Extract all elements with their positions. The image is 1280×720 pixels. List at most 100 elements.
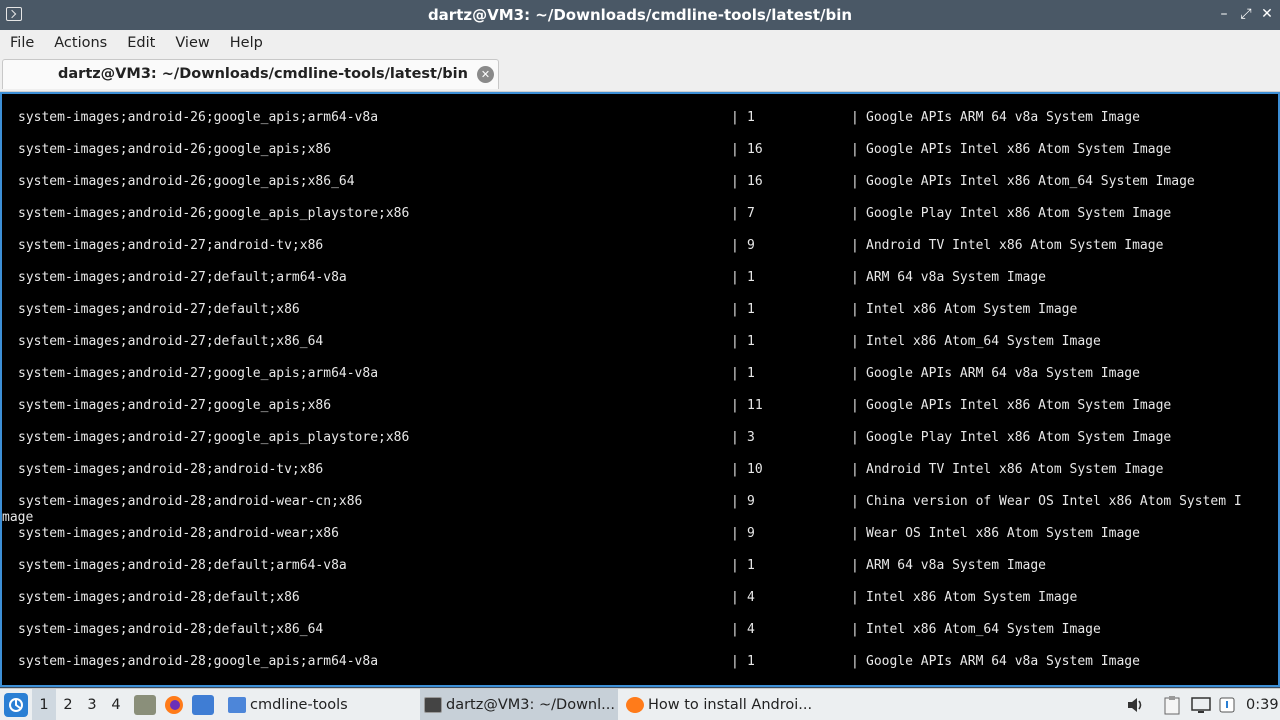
window-title: dartz@VM3: ~/Downloads/cmdline-tools/lat… (427, 6, 853, 24)
column-separator: | (851, 430, 859, 445)
column-separator: | (851, 622, 859, 637)
folder-icon (228, 697, 246, 713)
package-description: ARM 64 v8a System Image (866, 558, 1047, 573)
menu-view[interactable]: View (165, 35, 219, 51)
terminal-line: system-images;android-28;default;x86_64 |… (2, 606, 1278, 638)
tab-close-icon[interactable]: ✕ (477, 66, 494, 83)
tab-bar: dartz@VM3: ~/Downloads/cmdline-tools/lat… (0, 56, 1280, 92)
package-description: Google APIs ARM 64 v8a System Image (866, 654, 1140, 669)
package-version: 7 (747, 206, 755, 221)
start-menu-icon[interactable] (4, 693, 28, 717)
package-version: 9 (747, 494, 755, 509)
column-separator: | (731, 494, 739, 509)
menu-edit[interactable]: Edit (117, 35, 165, 51)
package-description: Google APIs Intel x86 Atom System Image (866, 142, 1172, 157)
column-separator: | (851, 558, 859, 573)
terminal-line: system-images;android-28;android-wear;x8… (2, 510, 1278, 542)
column-separator: | (731, 398, 739, 413)
package-version: 16 (747, 142, 763, 157)
terminal-line: system-images;android-26;google_apis;x86… (2, 158, 1278, 190)
column-separator: | (851, 110, 859, 125)
package-version: 4 (747, 622, 755, 637)
column-separator: | (731, 366, 739, 381)
package-description: ARM 64 v8a System Image (866, 270, 1047, 285)
column-separator: | (731, 430, 739, 445)
volume-icon[interactable] (1126, 689, 1146, 720)
column-separator: | (731, 302, 739, 317)
workspace-3[interactable]: 3 (80, 689, 104, 720)
column-separator: | (731, 206, 739, 221)
column-separator: | (731, 110, 739, 125)
package-path: system-images;android-27;default;arm64-v… (18, 270, 347, 285)
terminal-lines: system-images;android-26;google_apis;arm… (2, 94, 1278, 670)
menu-file[interactable]: File (0, 35, 44, 51)
tab-label: dartz@VM3: ~/Downloads/cmdline-tools/lat… (58, 66, 468, 82)
menu-actions[interactable]: Actions (44, 35, 117, 51)
package-path: system-images;android-28;android-wear;x8… (18, 526, 339, 541)
taskbar: 1 2 3 4 cmdline-tools dartz@VM3: ~/Downl… (0, 688, 1280, 720)
file-manager-launcher-icon[interactable] (134, 695, 156, 715)
terminal-line: system-images;android-28;default;arm64-v… (2, 542, 1278, 574)
column-separator: | (851, 302, 859, 317)
package-path: system-images;android-28;android-wear-cn… (18, 494, 363, 509)
package-version: 1 (747, 558, 755, 573)
package-version: 9 (747, 526, 755, 541)
update-notification-icon[interactable] (1218, 695, 1236, 715)
column-separator: | (851, 270, 859, 285)
column-separator: | (851, 142, 859, 157)
terminal-line: system-images;android-27;android-tv;x86 |… (2, 222, 1278, 254)
column-separator: | (731, 590, 739, 605)
package-path: system-images;android-26;google_apis;x86… (18, 174, 355, 189)
terminal-output[interactable]: system-images;android-26;google_apis;arm… (0, 92, 1280, 687)
column-separator: | (851, 174, 859, 189)
close-window-button[interactable]: ✕ (1259, 6, 1275, 22)
terminal-line: system-images;android-27;google_apis_pla… (2, 414, 1278, 446)
package-path: system-images;android-27;google_apis;arm… (18, 366, 379, 381)
column-separator: | (851, 238, 859, 253)
package-path: system-images;android-27;google_apis;x86 (18, 398, 332, 413)
workspace-2[interactable]: 2 (56, 689, 80, 720)
package-path: system-images;android-28;default;x86 (18, 590, 300, 605)
clipboard-icon[interactable] (1162, 695, 1182, 715)
column-separator: | (731, 462, 739, 477)
task-firefox[interactable]: How to install Androi... (622, 689, 822, 720)
package-description: Google Play Intel x86 Atom System Image (866, 206, 1172, 221)
package-version: 1 (747, 366, 755, 381)
terminal-line: system-images;android-27;default;x86 | 1 | I… (2, 286, 1278, 318)
task-terminal[interactable]: dartz@VM3: ~/Downl... (420, 689, 618, 720)
package-version: 1 (747, 110, 755, 125)
package-description: Google APIs Intel x86 Atom_64 System Ima… (866, 174, 1195, 189)
maximize-button[interactable]: ⤢ (1238, 6, 1254, 22)
minimize-button[interactable]: – (1216, 6, 1232, 22)
package-path: system-images;android-27;default;x86_64 (18, 334, 324, 349)
column-separator: | (731, 526, 739, 541)
column-separator: | (851, 206, 859, 221)
workspace-4[interactable]: 4 (104, 689, 128, 720)
firefox-launcher-icon[interactable] (163, 694, 185, 716)
package-version: 4 (747, 590, 755, 605)
column-separator: | (731, 558, 739, 573)
package-description: Android TV Intel x86 Atom System Image (866, 462, 1164, 477)
clock[interactable]: 0:39 (1246, 689, 1279, 720)
terminal-line: system-images;android-26;google_apis_pla… (2, 190, 1278, 222)
package-version: 3 (747, 430, 755, 445)
column-separator: | (731, 270, 739, 285)
screen-icon[interactable] (1190, 695, 1212, 715)
workspace-1[interactable]: 1 (32, 689, 56, 720)
column-separator: | (731, 622, 739, 637)
column-separator: | (731, 334, 739, 349)
menu-help[interactable]: Help (220, 35, 273, 51)
column-separator: | (731, 654, 739, 669)
package-path: system-images;android-26;google_apis_pla… (18, 206, 410, 221)
task-cmdline-tools[interactable]: cmdline-tools (224, 689, 414, 720)
column-separator: | (731, 238, 739, 253)
package-description: Google Play Intel x86 Atom System Image (866, 430, 1172, 445)
menu-bar: File Actions Edit View Help (0, 30, 1280, 56)
column-separator: | (851, 334, 859, 349)
package-path: system-images;android-28;android-tv;x86 (18, 462, 324, 477)
package-version: 16 (747, 174, 763, 189)
package-description: Google APIs ARM 64 v8a System Image (866, 110, 1140, 125)
tab-terminal[interactable]: dartz@VM3: ~/Downloads/cmdline-tools/lat… (2, 59, 499, 89)
terminal-line: system-images;android-27;default;x86_64 |… (2, 318, 1278, 350)
show-desktop-icon[interactable] (192, 695, 214, 715)
